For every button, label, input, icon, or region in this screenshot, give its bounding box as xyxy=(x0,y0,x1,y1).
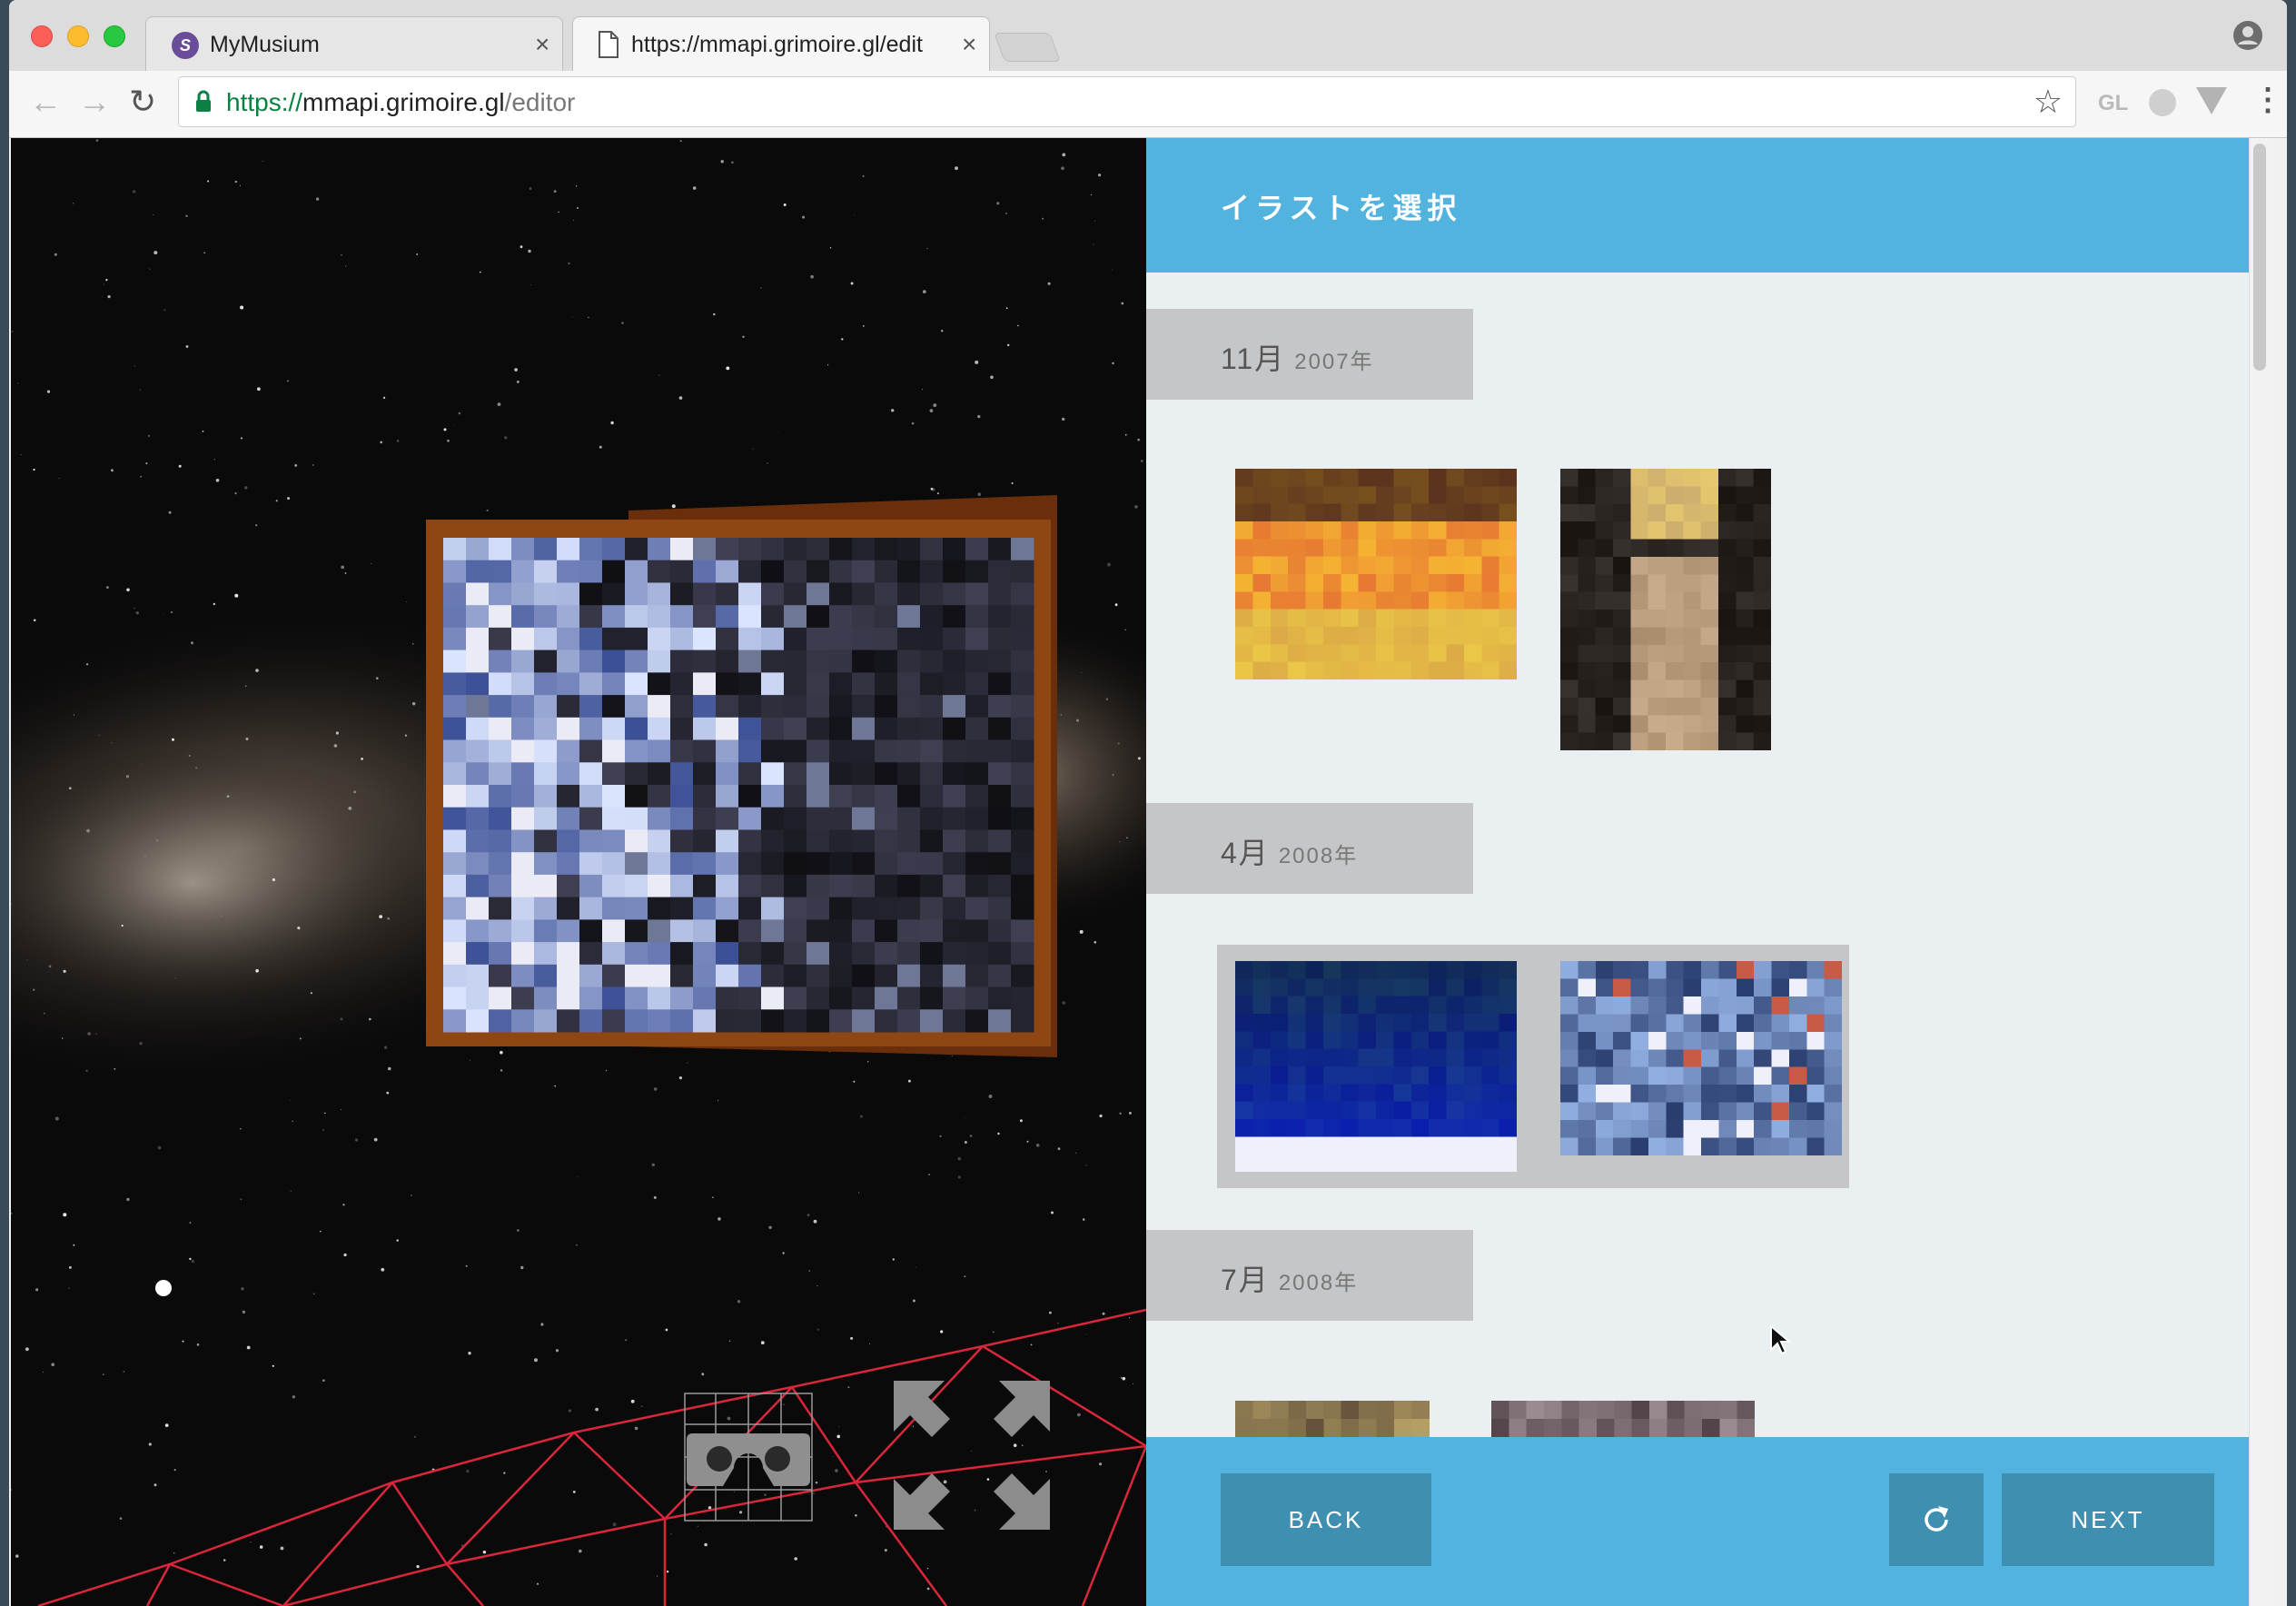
year-label: 2008年 xyxy=(1278,1271,1359,1295)
illustration-thumbnail[interactable] xyxy=(1560,469,1771,750)
grimoire-extension-icon[interactable]: GL xyxy=(2098,91,2128,116)
url-path: /editor xyxy=(504,88,576,116)
browser-toolbar: ← → ↻ https://mmapi.grimoire.gl/editor ☆… xyxy=(9,71,2287,138)
cardboard-vr-icon xyxy=(684,1393,813,1522)
reload-icon[interactable]: ↻ xyxy=(129,84,156,120)
minimize-window-button[interactable] xyxy=(67,25,89,47)
illustration-thumbnail[interactable] xyxy=(1235,961,1517,1172)
close-tab-icon[interactable]: × xyxy=(535,30,549,59)
menu-kebab-icon[interactable]: ⋮ xyxy=(2252,82,2283,118)
bookmark-star-icon[interactable]: ☆ xyxy=(2034,83,2063,121)
month-name: 11月 xyxy=(1221,342,1286,375)
month-label: 4月 2008年 xyxy=(1146,803,1473,894)
month-name: 7月 xyxy=(1221,1264,1270,1296)
tab-bar: S MyMusium × https://mmapi.grimoire.gl/e… xyxy=(9,0,2287,71)
extension-circle-icon[interactable] xyxy=(2149,89,2176,116)
panel-header: イラストを選択 xyxy=(1146,138,2259,273)
scrollbar-thumb[interactable] xyxy=(2253,144,2266,371)
close-tab-icon[interactable]: × xyxy=(962,30,976,59)
lock-icon xyxy=(196,90,211,112)
year-label: 2007年 xyxy=(1294,350,1374,374)
new-tab-button[interactable] xyxy=(994,33,1061,62)
zoom-window-button[interactable] xyxy=(104,25,125,47)
panel-scrollbar[interactable] xyxy=(2249,138,2269,1606)
forward-arrow-icon[interactable]: → xyxy=(78,84,111,120)
illustration-thumbnail[interactable] xyxy=(1235,469,1517,679)
month-name: 4月 xyxy=(1221,837,1270,869)
tab-mymusium[interactable]: S MyMusium × xyxy=(145,16,563,71)
mouse-cursor-icon xyxy=(1770,1324,1791,1355)
close-window-button[interactable] xyxy=(31,25,53,47)
refresh-icon xyxy=(1925,1506,1948,1532)
address-bar[interactable]: https://mmapi.grimoire.gl/editor ☆ xyxy=(178,76,2076,127)
back-button[interactable]: BACK xyxy=(1221,1473,1431,1566)
illustration-thumbnail[interactable] xyxy=(1560,961,1842,1155)
mymusium-favicon-icon: S xyxy=(172,32,199,59)
panel-footer: BACK NEXT xyxy=(1146,1437,2269,1606)
page-viewport: イラストを選択 11月 2007年 4月 2008年 7月 2008年 BACK xyxy=(11,138,2269,1606)
url-scheme: https:// xyxy=(226,88,303,116)
tab-title: https://mmapi.grimoire.gl/edit xyxy=(631,32,923,57)
tab-title: MyMusium xyxy=(210,32,320,57)
month-label: 7月 2008年 xyxy=(1146,1230,1473,1321)
fullscreen-arrows-icon xyxy=(894,1381,1050,1530)
profile-icon[interactable] xyxy=(2232,20,2263,51)
page-icon xyxy=(599,31,619,58)
month-label: 11月 2007年 xyxy=(1146,309,1473,400)
back-arrow-icon[interactable]: ← xyxy=(29,84,62,120)
browser-window: S MyMusium × https://mmapi.grimoire.gl/e… xyxy=(9,0,2287,1606)
refresh-button[interactable] xyxy=(1889,1473,1984,1566)
url-text: https://mmapi.grimoire.gl/editor xyxy=(226,88,575,117)
illustration-select-panel: イラストを選択 11月 2007年 4月 2008年 7月 2008年 BACK xyxy=(1146,138,2269,1606)
panel-title: イラストを選択 xyxy=(1221,192,1462,224)
vue-extension-icon[interactable] xyxy=(2196,87,2227,114)
gallery-3d-scene[interactable] xyxy=(11,138,1146,1606)
fullscreen-button[interactable] xyxy=(894,1381,1050,1530)
next-button[interactable]: NEXT xyxy=(2002,1473,2214,1566)
tab-editor[interactable]: https://mmapi.grimoire.gl/edit × xyxy=(572,16,990,71)
year-label: 2008年 xyxy=(1278,844,1359,868)
url-host: mmapi.grimoire.gl xyxy=(302,88,505,116)
vr-mode-button[interactable] xyxy=(683,1392,814,1522)
